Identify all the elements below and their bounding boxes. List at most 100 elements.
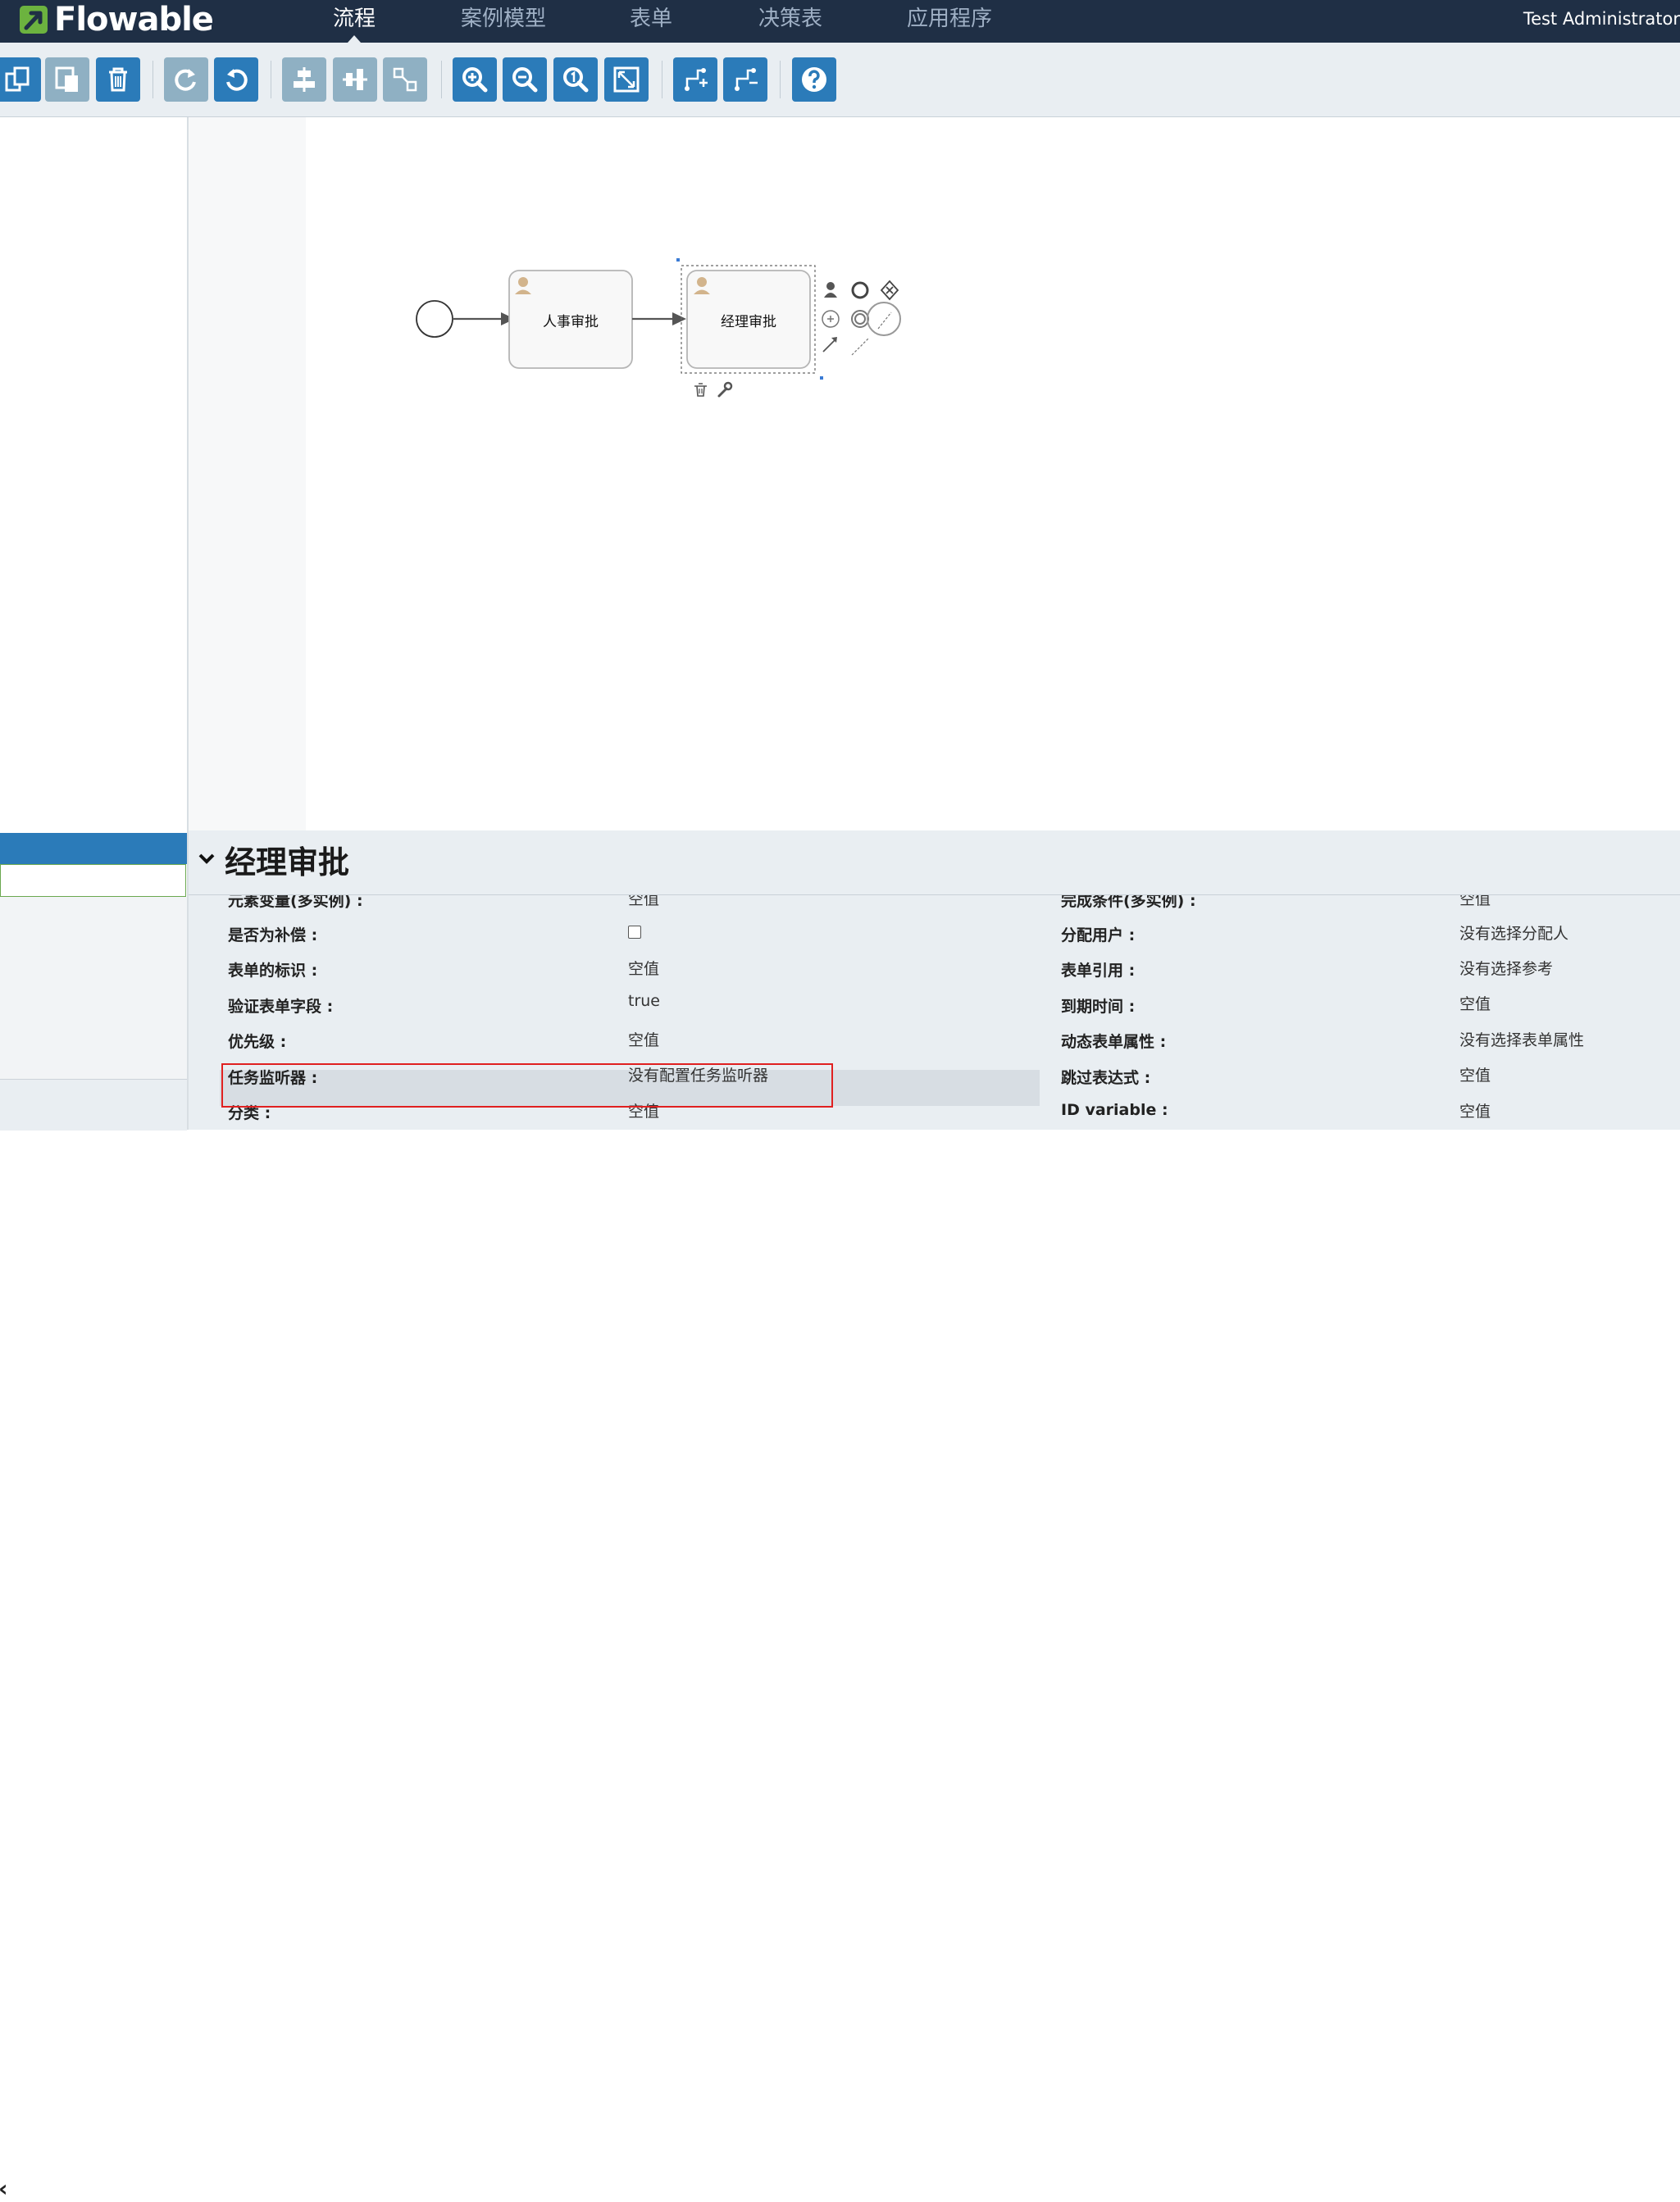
- properties-body: 元素变量(多实例) : 空值 是否为补偿 : 表单的标识 : 空值 验证表单字段…: [189, 895, 1680, 1130]
- nav-tab-label: 应用程序: [907, 7, 993, 31]
- zoom-actual-button[interactable]: [553, 57, 598, 102]
- quick-add-user-task-icon[interactable]: [824, 282, 837, 298]
- prop-label: 完成条件(多实例) :: [1061, 895, 1196, 910]
- paste-button[interactable]: [45, 57, 89, 102]
- align-vertical-icon: [343, 69, 367, 90]
- editor-toolbar: [0, 43, 1680, 117]
- prop-value[interactable]: 没有选择参考: [1459, 957, 1553, 979]
- prop-label: 跳过表达式 :: [1061, 1069, 1151, 1087]
- remove-bendpoint-icon: [735, 68, 758, 91]
- quick-add-text-annotation-icon[interactable]: [867, 302, 901, 336]
- quick-add-boundary-event-icon[interactable]: [851, 310, 869, 328]
- paste-icon: [55, 66, 78, 92]
- user-menu[interactable]: Test Administrator: [1523, 0, 1680, 38]
- same-size-button[interactable]: [383, 57, 427, 102]
- resize-handle[interactable]: [676, 258, 680, 262]
- quick-add-sequence-flow-icon[interactable]: [822, 339, 836, 353]
- flowable-logo-icon: [20, 6, 48, 34]
- quick-add-end-event-icon[interactable]: [851, 281, 869, 299]
- prop-label: 动态表单属性 :: [1061, 1033, 1167, 1051]
- task-label: 经理审批: [721, 314, 776, 330]
- nav-tab-apps[interactable]: 应用程序: [907, 0, 992, 43]
- prop-value[interactable]: 空值: [628, 1028, 659, 1050]
- align-vertical-button[interactable]: [333, 57, 377, 102]
- add-bendpoint-icon: [685, 68, 708, 91]
- prop-label: ID variable :: [1061, 1101, 1168, 1119]
- trash-icon: [109, 67, 127, 92]
- zoom-in-icon: [462, 67, 488, 93]
- redo-icon: [175, 69, 196, 91]
- compensation-checkbox[interactable]: [628, 926, 641, 939]
- process-canvas[interactable]: 人事审批 经理审批: [306, 117, 1680, 830]
- brand-name: Flowable: [54, 1, 214, 39]
- help-icon: [802, 67, 826, 92]
- collapse-palette-icon[interactable]: ‹: [0, 2175, 8, 2202]
- prop-label: 优先级 :: [228, 1033, 287, 1051]
- help-button[interactable]: [792, 57, 836, 102]
- add-bendpoint-button[interactable]: [673, 57, 717, 102]
- prop-value[interactable]: 空值: [1459, 992, 1491, 1014]
- prop-value[interactable]: 空值: [628, 957, 659, 979]
- nav-tab-label: 表单: [630, 7, 673, 31]
- prop-value[interactable]: 空值: [1459, 895, 1491, 909]
- process-diagram: [416, 258, 901, 398]
- palette-list: [0, 897, 187, 1081]
- quick-add-gateway-icon[interactable]: [880, 280, 899, 301]
- prop-value[interactable]: true: [628, 992, 660, 1010]
- undo-icon: [226, 69, 248, 91]
- prop-value[interactable]: 空值: [1459, 1099, 1491, 1121]
- quick-add-intermediate-event-icon[interactable]: [822, 310, 840, 328]
- palette-group[interactable]: [0, 864, 186, 897]
- prop-label: 是否为补偿 :: [228, 926, 318, 944]
- active-tab-caret: [348, 35, 361, 43]
- toolbar-separator: [441, 61, 442, 98]
- redo-button[interactable]: [164, 57, 208, 102]
- align-horizontal-icon: [294, 67, 315, 92]
- align-horizontal-button[interactable]: [282, 57, 326, 102]
- zoom-out-icon: [512, 67, 538, 93]
- copy-button[interactable]: [0, 57, 41, 102]
- properties-header[interactable]: 经理审批: [189, 830, 1680, 895]
- prop-label: 元素变量(多实例) :: [228, 895, 363, 910]
- palette-footer: ‹: [0, 1079, 187, 2202]
- quick-add-association-icon[interactable]: [851, 338, 869, 356]
- zoom-fit-icon: [613, 66, 640, 93]
- resize-handle[interactable]: [820, 376, 823, 380]
- nav-tab-case-model[interactable]: 案例模型: [461, 0, 546, 43]
- prop-label: 分配用户 :: [1061, 926, 1136, 944]
- wrench-icon[interactable]: [717, 381, 733, 398]
- flowable-logo[interactable]: Flowable: [18, 1, 214, 39]
- nav-tab-process[interactable]: 流程: [333, 0, 376, 43]
- zoom-actual-icon: [563, 67, 589, 93]
- remove-bendpoint-button[interactable]: [723, 57, 767, 102]
- task-label: 人事审批: [543, 314, 599, 330]
- nav-tab-forms[interactable]: 表单: [630, 0, 672, 43]
- prop-label: 表单引用 :: [1061, 962, 1136, 980]
- same-size-icon: [393, 67, 417, 92]
- undo-button[interactable]: [214, 57, 258, 102]
- prop-label: 到期时间 :: [1061, 998, 1136, 1016]
- copy-icon: [5, 66, 30, 92]
- prop-value[interactable]: 空值: [1459, 1063, 1491, 1085]
- prop-value[interactable]: 空值: [628, 895, 659, 909]
- prop-value[interactable]: 没有选择分配人: [1459, 921, 1568, 944]
- zoom-out-button[interactable]: [503, 57, 547, 102]
- zoom-in-button[interactable]: [453, 57, 497, 102]
- delete-button[interactable]: [96, 57, 140, 102]
- properties-panel: 经理审批 元素变量(多实例) : 空值 是否为补偿 : 表单的标识 : 空值 验…: [189, 830, 1680, 1130]
- highlight-box: [221, 1063, 833, 1108]
- sequence-flow-arrow: [672, 312, 686, 325]
- prop-value[interactable]: 没有选择表单属性: [1459, 1028, 1584, 1050]
- nav-tab-label: 流程: [333, 7, 376, 31]
- nav-tab-label: 案例模型: [461, 7, 547, 31]
- toolbar-separator: [780, 61, 781, 98]
- palette-group-active[interactable]: [0, 833, 187, 864]
- chevron-down-icon[interactable]: [197, 848, 216, 868]
- delete-element-icon[interactable]: [694, 383, 707, 397]
- prop-label: 验证表单字段 :: [228, 998, 334, 1016]
- start-event[interactable]: [416, 300, 453, 338]
- nav-tab-decision-tables[interactable]: 决策表: [758, 0, 822, 43]
- canvas-gutter: [189, 117, 306, 830]
- zoom-fit-button[interactable]: [604, 57, 649, 102]
- top-navbar: Flowable 流程 案例模型 表单 决策表 应用程序 Test Admini…: [0, 0, 1680, 43]
